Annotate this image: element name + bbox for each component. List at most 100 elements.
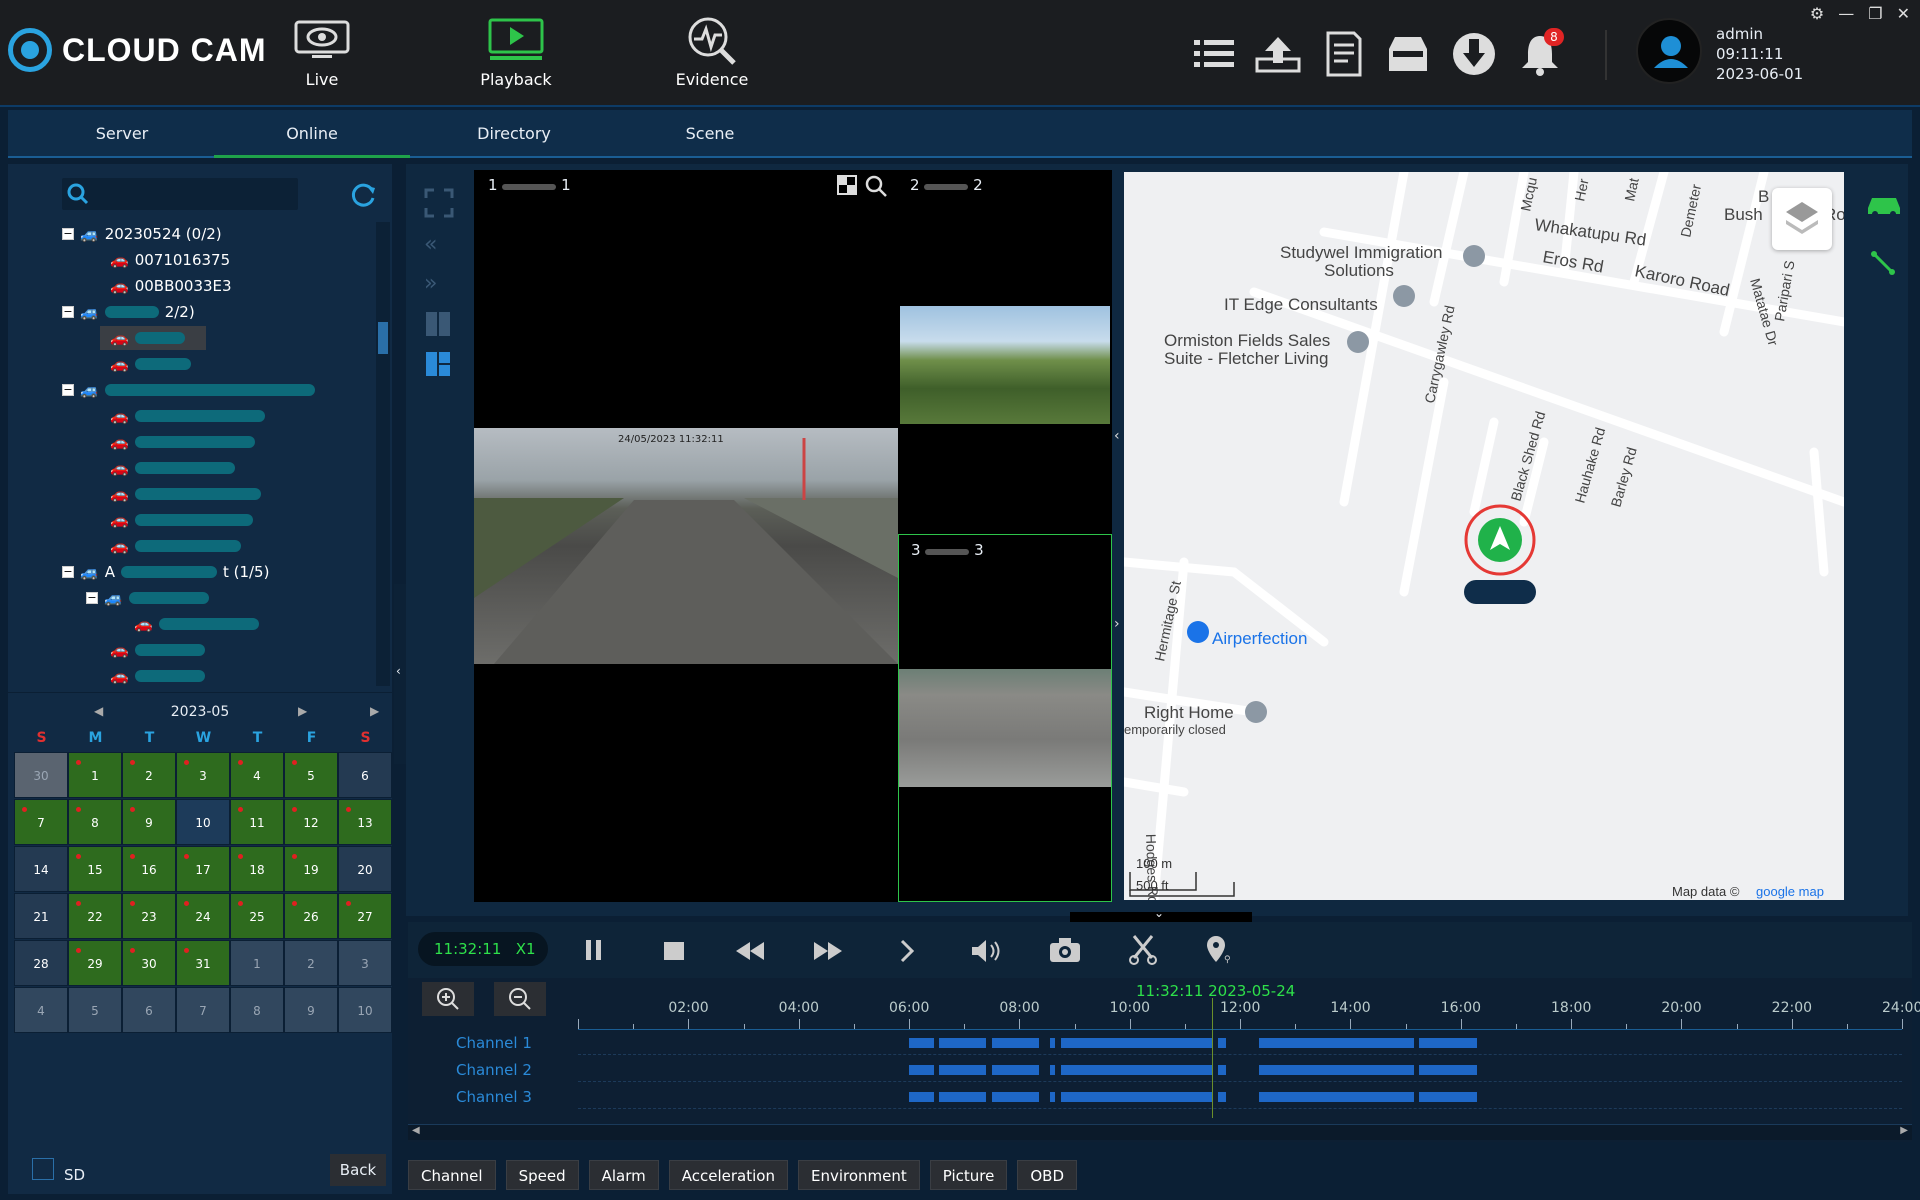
calendar-day[interactable]: 25 xyxy=(230,893,284,939)
tree-device[interactable]: 🚗 0071016375 xyxy=(110,248,230,272)
calendar-day[interactable]: 24 xyxy=(176,893,230,939)
back-button[interactable]: Back xyxy=(330,1154,386,1186)
tree-device[interactable]: 🚗 xyxy=(110,508,253,532)
calendar-day[interactable]: 7 xyxy=(176,987,230,1033)
calendar-day[interactable]: 7 xyxy=(14,799,68,845)
sd-checkbox[interactable] xyxy=(32,1158,54,1180)
data-tab-alarm[interactable]: Alarm xyxy=(588,1160,659,1190)
calendar-day[interactable]: 16 xyxy=(122,846,176,892)
calendar-day[interactable]: 3 xyxy=(176,752,230,798)
tree-group[interactable]: − 🚙 2/2) xyxy=(62,300,195,324)
calendar-day[interactable]: 17 xyxy=(176,846,230,892)
prev-icon[interactable]: « xyxy=(424,232,464,257)
calendar-day[interactable]: 10 xyxy=(338,987,392,1033)
nav-playback-button[interactable]: Playback xyxy=(456,10,576,100)
tree-device[interactable]: 🚗 00BB0033E3 xyxy=(110,274,232,298)
tree-device-selected[interactable]: 🚗 xyxy=(100,326,206,350)
car-track-icon[interactable] xyxy=(1864,188,1904,218)
recording-segment[interactable] xyxy=(1060,1065,1213,1075)
tree-device[interactable]: 🚗 xyxy=(110,430,255,454)
recording-segment[interactable] xyxy=(939,1038,987,1048)
tree-scrollbar[interactable] xyxy=(376,222,390,686)
next-month-icon[interactable]: ▶ xyxy=(298,704,307,718)
tab-directory[interactable]: Directory xyxy=(416,110,612,158)
calendar-day[interactable]: 27 xyxy=(338,893,392,939)
calendar-day[interactable]: 2 xyxy=(122,752,176,798)
calendar-day[interactable]: 13 xyxy=(338,799,392,845)
prev-year-icon[interactable]: ◀ xyxy=(94,704,103,718)
calendar-day[interactable]: 21 xyxy=(14,893,68,939)
calendar-day[interactable]: 20 xyxy=(338,846,392,892)
stop-icon[interactable] xyxy=(662,940,686,962)
fullscreen-icon[interactable] xyxy=(424,188,454,218)
data-tab-environment[interactable]: Environment xyxy=(797,1160,920,1190)
calendar-day[interactable]: 6 xyxy=(338,752,392,798)
map-provider[interactable]: google map xyxy=(1756,884,1824,899)
data-tab-picture[interactable]: Picture xyxy=(929,1160,1008,1190)
zoom-icon[interactable] xyxy=(864,174,888,198)
calendar-day[interactable]: 1 xyxy=(230,940,284,986)
recording-segment[interactable] xyxy=(909,1065,934,1075)
calendar-day[interactable]: 9 xyxy=(284,987,338,1033)
calendar-day[interactable]: 22 xyxy=(68,893,122,939)
calendar-day[interactable]: 2 xyxy=(284,940,338,986)
recording-segment[interactable] xyxy=(909,1038,934,1048)
data-tab-channel[interactable]: Channel xyxy=(408,1160,496,1190)
recording-segment[interactable] xyxy=(1259,1092,1414,1102)
video-channel-3[interactable]: 3 3 xyxy=(898,534,1112,902)
calendar-day[interactable]: 9 xyxy=(122,799,176,845)
timeline[interactable]: 11:32:11 2023-05-24 02:00 04:00 06:00 08:00… xyxy=(408,978,1920,1142)
splitter-handle[interactable]: ⌄ xyxy=(1070,906,1252,922)
refresh-icon[interactable] xyxy=(348,180,378,210)
collapse-handle[interactable]: ‹ xyxy=(394,584,406,764)
calendar-day[interactable]: 6 xyxy=(122,987,176,1033)
recording-segment[interactable] xyxy=(1419,1092,1478,1102)
recording-segment[interactable] xyxy=(991,1038,1039,1048)
recording-segment[interactable] xyxy=(939,1092,987,1102)
calendar-day[interactable]: 31 xyxy=(176,940,230,986)
rewind-icon[interactable] xyxy=(734,940,766,962)
recording-segment[interactable] xyxy=(1049,1065,1056,1075)
expand-map-icon[interactable]: › xyxy=(1114,616,1120,632)
collapse-map-icon[interactable]: ‹ xyxy=(1114,428,1120,444)
zoom-in-button[interactable] xyxy=(422,982,474,1016)
recording-segment[interactable] xyxy=(939,1065,987,1075)
calendar-day[interactable]: 4 xyxy=(14,987,68,1033)
tree-device[interactable]: 🚗 xyxy=(110,456,235,480)
recording-segment[interactable] xyxy=(1217,1092,1227,1102)
tree-group[interactable]: − 🚙 At (1/5) xyxy=(62,560,269,584)
data-tab-acceleration[interactable]: Acceleration xyxy=(668,1160,788,1190)
inbox-icon[interactable] xyxy=(1384,28,1432,80)
nav-evidence-button[interactable]: Evidence xyxy=(652,10,772,100)
recording-segment[interactable] xyxy=(1259,1065,1414,1075)
upload-icon[interactable] xyxy=(1254,28,1302,80)
next-year-icon[interactable]: ▶ xyxy=(370,704,379,718)
calendar-day[interactable]: 5 xyxy=(68,987,122,1033)
layout-2-icon[interactable] xyxy=(424,310,452,338)
bell-icon[interactable]: 8 xyxy=(1516,28,1564,80)
tree-group[interactable]: − 🚙 xyxy=(62,378,315,402)
recording-segment[interactable] xyxy=(1060,1092,1213,1102)
tree-device[interactable]: 🚗 xyxy=(110,664,205,688)
clip-icon[interactable] xyxy=(1128,934,1158,966)
report-icon[interactable] xyxy=(1320,28,1368,80)
calendar-day[interactable]: 23 xyxy=(122,893,176,939)
video-channel-2[interactable]: 2 2 xyxy=(837,170,1112,534)
calendar-day[interactable]: 10 xyxy=(176,799,230,845)
download-icon[interactable] xyxy=(1450,28,1498,80)
volume-icon[interactable] xyxy=(970,938,1006,964)
timeline-cursor[interactable] xyxy=(1212,998,1213,1118)
timeline-scrollbar[interactable]: ◀ ▶ xyxy=(408,1124,1912,1140)
recording-segment[interactable] xyxy=(1419,1065,1478,1075)
fast-forward-icon[interactable] xyxy=(812,940,844,962)
snapshot-grid-icon[interactable] xyxy=(836,174,858,196)
calendar-day[interactable]: 4 xyxy=(230,752,284,798)
tab-online[interactable]: Online xyxy=(214,110,410,158)
tree-subgroup[interactable]: − 🚙 xyxy=(86,586,209,610)
location-icon[interactable]: ⚲ xyxy=(1204,934,1234,966)
recording-segment[interactable] xyxy=(1049,1092,1056,1102)
recording-segment[interactable] xyxy=(1419,1038,1478,1048)
next-frame-icon[interactable] xyxy=(898,938,918,964)
tab-server[interactable]: Server xyxy=(24,110,220,158)
recording-segment[interactable] xyxy=(1060,1038,1213,1048)
